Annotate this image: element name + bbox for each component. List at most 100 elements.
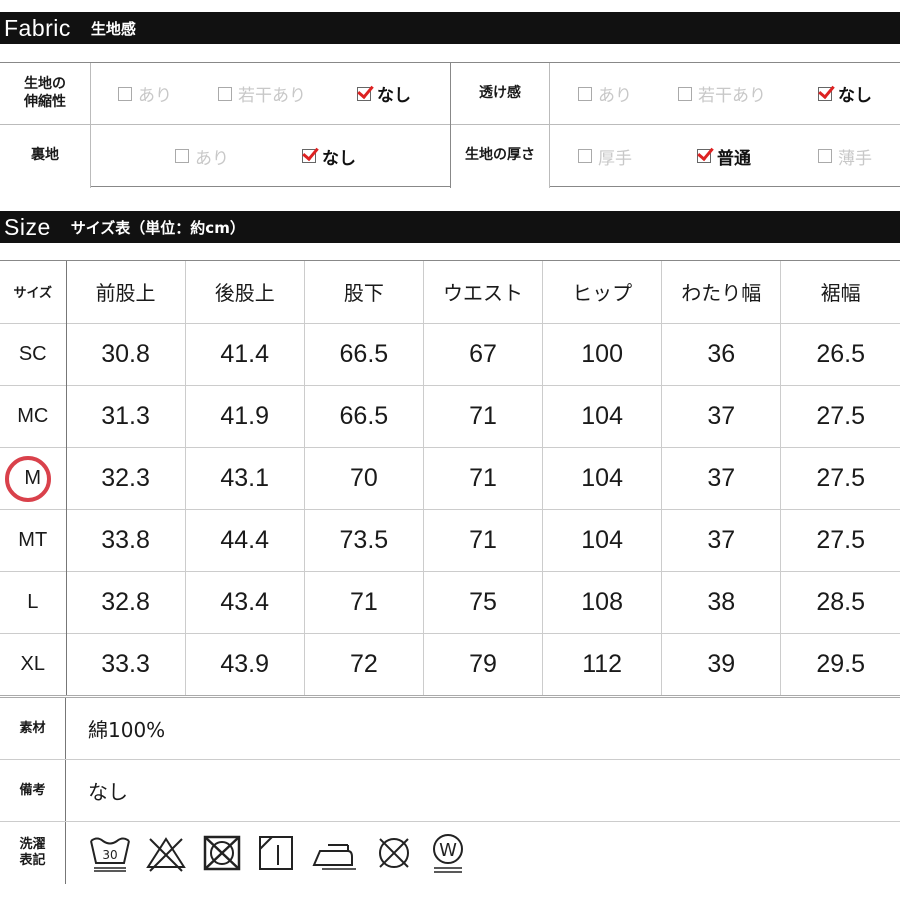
checkbox-icon [175,149,189,163]
table-cell: 108 [542,571,663,634]
no-tumble-dry-icon [203,835,241,871]
table-cell: 27.5 [780,385,900,448]
table-cell: 66.5 [304,385,424,448]
divider [66,261,67,695]
table-cell: 32.8 [66,571,186,634]
checkbox-icon [578,149,592,163]
table-cell: 36 [661,323,782,386]
checkbox-icon [118,86,132,101]
option-stretch-slight: 若干あり [218,63,306,124]
fabric-label-stretch: 生地の 伸縮性 [0,63,90,124]
note-row: 備考 なし [0,760,900,822]
table-cell: 29.5 [780,633,900,696]
table-cell: 33.8 [66,509,186,572]
wet-clean-icon: W [433,834,463,873]
table-cell: 32.3 [66,447,186,510]
size-subtitle: サイズ表（単位：約cm） [70,218,245,237]
table-cell: 104 [542,447,663,510]
table-cell: 79 [423,633,544,696]
fabric-grid: 生地の 伸縮性 あり 若干あり なし 透け感 あり 若干あり なし 裏地 あり … [0,62,900,188]
table-cell: 43.4 [185,571,305,634]
table-cell: 38 [661,571,782,634]
size-name-cell: SC [0,323,67,386]
header-cell: わたり幅 [661,261,782,324]
table-row: M 32.3 43.1 70 71 104 37 27.5 [0,447,900,510]
header-cell: 前股上 [66,261,186,324]
table-cell: 43.9 [185,633,305,696]
option-thick: 厚手 [578,125,632,187]
fabric-section-header: Fabric 生地感 [0,12,900,44]
table-cell: 37 [661,385,782,448]
table-cell: 27.5 [780,509,900,572]
size-name-cell: MC [0,385,67,448]
no-dry-clean-icon [379,838,409,868]
option-sheer-none: なし [818,63,872,124]
table-cell: 112 [542,633,663,696]
material-row: 素材 綿100% [0,698,900,760]
checkbox-icon [678,86,692,101]
table-cell: 67 [423,323,544,386]
note-value: なし [88,780,128,804]
table-cell: 26.5 [780,323,900,386]
table-cell: 70 [304,447,424,510]
table-cell: 30.8 [66,323,186,386]
size-section-header: Size サイズ表（単位：約cm） [0,211,900,243]
option-thin: 薄手 [818,125,872,187]
table-cell: 72 [304,633,424,696]
size-name-cell: MT [0,509,67,572]
size-table: サイズ 前股上 後股上 股下 ウエスト ヒップ わたり幅 裾幅 SC 30.8 … [0,260,900,696]
divider [450,63,451,188]
table-cell: 71 [423,385,544,448]
table-cell: 104 [542,385,663,448]
no-bleach-icon [146,837,186,872]
care-label: 洗濯 表記 [0,822,66,884]
line-dry-shade-icon [259,836,293,870]
table-row: MT 33.8 44.4 73.5 71 104 37 27.5 [0,509,900,572]
table-row: MC 31.3 41.9 66.5 71 104 37 27.5 [0,385,900,448]
size-name-cell: XL [0,633,67,696]
checked-checkbox-icon [302,149,316,163]
header-cell: ウエスト [423,261,544,324]
option-stretch-yes: あり [118,63,172,124]
table-cell: 27.5 [780,447,900,510]
table-cell: 41.4 [185,323,305,386]
checkbox-icon [818,149,832,163]
table-cell: 31.3 [66,385,186,448]
table-cell: 100 [542,323,663,386]
divider [90,63,91,188]
fabric-label-sheerness: 透け感 [451,63,549,124]
checkbox-icon [218,86,232,101]
care-icons: 30 W [66,831,468,875]
checked-checkbox-icon [357,86,371,101]
table-cell: 104 [542,509,663,572]
care-row: 洗濯 表記 30 W [0,822,900,884]
wash-30-icon: 30 [90,837,130,872]
option-lining-none: なし [302,125,356,187]
size-name-cell-highlighted: M [0,447,67,510]
table-row: SC 30.8 41.4 66.5 67 100 36 26.5 [0,323,900,386]
option-sheer-slight: 若干あり [678,63,766,124]
table-cell: 75 [423,571,544,634]
table-cell: 44.4 [185,509,305,572]
header-cell: 後股上 [185,261,305,324]
table-row: XL 33.3 43.9 72 79 112 39 29.5 [0,633,900,696]
header-cell: ヒップ [542,261,663,324]
option-normal: 普通 [697,125,751,187]
table-cell: 71 [304,571,424,634]
svg-text:W: W [439,840,457,861]
option-sheer-yes: あり [578,63,632,124]
checkbox-icon [578,86,592,101]
header-cell: サイズ [0,261,67,324]
table-cell: 39 [661,633,782,696]
header-cell: 股下 [304,261,424,324]
header-cell: 裾幅 [780,261,900,324]
size-table-header: サイズ 前股上 後股上 股下 ウエスト ヒップ わたり幅 裾幅 [0,261,900,324]
fabric-title: Fabric [4,14,71,41]
highlight-circle [5,455,51,502]
svg-text:30: 30 [102,848,117,862]
table-cell: 33.3 [66,633,186,696]
table-cell: 41.9 [185,385,305,448]
material-label: 素材 [0,698,66,759]
product-info: 素材 綿100% 備考 なし 洗濯 表記 30 W [0,695,900,884]
table-row: L 32.8 43.4 71 75 108 38 28.5 [0,571,900,634]
